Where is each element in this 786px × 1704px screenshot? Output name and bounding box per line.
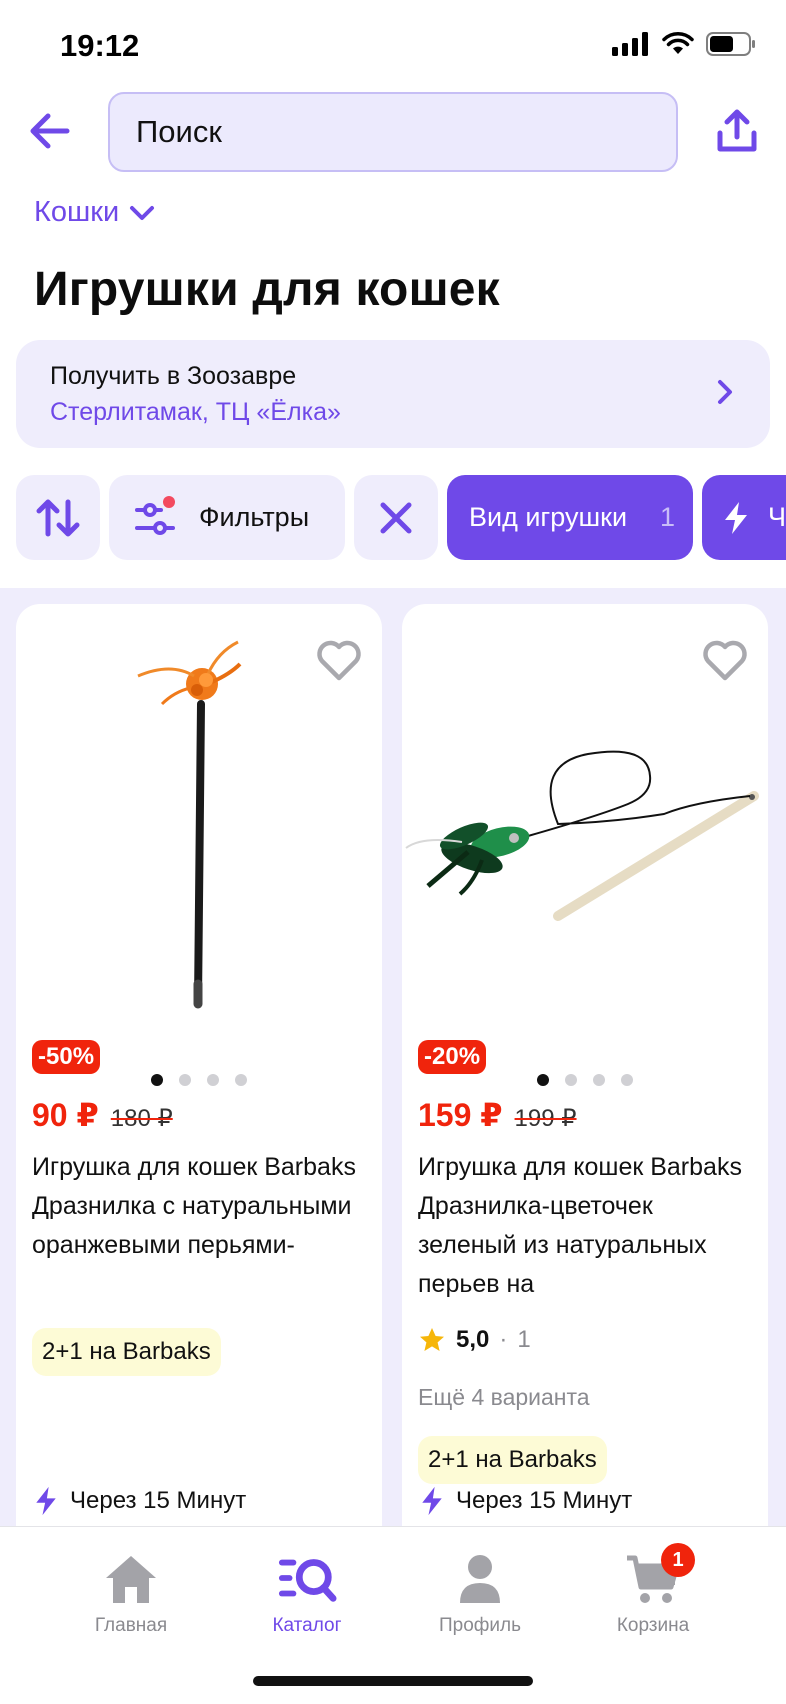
pager-dot (593, 1074, 605, 1086)
cellular-signal-icon (612, 32, 648, 56)
image-pager-dots (16, 1074, 382, 1086)
toy-type-count: 1 (659, 502, 675, 532)
home-icon (106, 1556, 156, 1603)
share-button[interactable] (710, 104, 764, 158)
lightning-icon (36, 1486, 56, 1516)
tab-icon-wrap (101, 1549, 161, 1609)
product-image[interactable] (16, 624, 382, 1044)
product-title: Игрушка для кошек Barbaks Дразнилка с на… (32, 1153, 356, 1259)
pickup-title: Получить в Зоозавре (50, 362, 297, 390)
tab-icon-wrap (450, 1549, 510, 1609)
old-price: 199 ₽ (514, 1105, 577, 1132)
pager-dot (207, 1074, 219, 1086)
cart-count-badge: 1 (661, 1543, 695, 1577)
breadcrumb-label: Кошки (34, 196, 120, 228)
pickup-location-card[interactable]: Получить в Зоозавре Стерлитамак, ТЦ «Ёлк… (16, 340, 770, 448)
delivery-time: Через 15 Минут (418, 1486, 632, 1516)
product-card[interactable]: -20% 159 ₽ 199 ₽ Игрушка для кошек Barba… (402, 604, 768, 1604)
lightning-icon (422, 1486, 442, 1516)
old-price: 180 ₽ (110, 1105, 173, 1132)
home-indicator (253, 1676, 533, 1686)
price: 159 ₽ (418, 1097, 503, 1133)
product-image[interactable] (402, 624, 768, 1044)
price: 90 ₽ (32, 1097, 99, 1133)
filters-label: Фильтры (199, 502, 310, 532)
sort-button[interactable] (16, 475, 100, 560)
search-box[interactable] (108, 92, 678, 172)
filter-chips-row: Фильтры Вид игрушки 1 Че (16, 475, 786, 560)
status-bar: 19:12 (0, 0, 786, 90)
lightning-icon (725, 501, 747, 534)
review-count: 1 (517, 1326, 531, 1353)
more-variants-link[interactable]: Ещё 4 варианта (418, 1384, 590, 1411)
fast-delivery-label: Че (768, 502, 786, 532)
tab-label: Каталог (272, 1615, 342, 1636)
chevron-down-icon (130, 205, 155, 220)
tab-label: Корзина (616, 1615, 690, 1636)
pager-dot (179, 1074, 191, 1086)
toy-type-label: Вид игрушки (469, 502, 628, 532)
arrow-left-icon (30, 113, 70, 149)
top-bar (0, 92, 786, 172)
tab-cart[interactable]: 1 Корзина (568, 1543, 738, 1637)
catalog-icon (278, 1559, 337, 1602)
tab-label: Главная (94, 1615, 168, 1636)
fast-delivery-filter-chip[interactable]: Че (702, 475, 786, 560)
pager-dot (235, 1074, 247, 1086)
page-title: Игрушки для кошек (34, 263, 500, 316)
promo-badge: 2+1 на Barbaks (418, 1436, 607, 1484)
discount-badge: -50% (32, 1040, 101, 1074)
delivery-time: Через 15 Минут (32, 1486, 246, 1516)
share-icon (717, 109, 757, 152)
profile-icon (460, 1555, 500, 1603)
delivery-label: Через 15 Минут (70, 1487, 247, 1514)
pager-dot (537, 1074, 549, 1086)
product-title: Игрушка для кошек Barbaks Дразнилка-цвет… (418, 1153, 742, 1298)
pager-dot (621, 1074, 633, 1086)
rating-score: 5,0 (456, 1326, 490, 1353)
rating-separator: · (499, 1326, 508, 1353)
tab-home[interactable]: Главная (46, 1549, 216, 1637)
price-row: 90 ₽ 180 ₽ (32, 1096, 173, 1134)
tab-icon-wrap: 1 (623, 1543, 695, 1609)
filters-button[interactable]: Фильтры (109, 475, 345, 560)
pickup-address: Стерлитамак, ТЦ «Ёлка» (50, 398, 341, 426)
promo-badge: 2+1 на Barbaks (32, 1328, 221, 1376)
search-input[interactable] (110, 94, 676, 170)
tab-label: Профиль (438, 1615, 522, 1636)
favorite-heart-icon[interactable] (316, 640, 362, 682)
product-grid: -50% 90 ₽ 180 ₽ Игрушка для кошек Barbak… (0, 588, 786, 1604)
back-button[interactable] (24, 106, 74, 156)
close-icon (380, 502, 412, 533)
battery-icon (706, 32, 755, 56)
chevron-right-icon (718, 380, 732, 404)
discount-badge: -20% (418, 1040, 487, 1074)
toy-type-filter-chip[interactable]: Вид игрушки 1 (447, 475, 693, 560)
rating: 5,0 · 1 (418, 1326, 531, 1354)
sort-icon (36, 499, 80, 536)
price-row: 159 ₽ 199 ₽ (418, 1096, 577, 1134)
status-icons (612, 32, 756, 56)
star-icon (420, 1328, 444, 1351)
breadcrumb-dropdown[interactable]: Кошки (34, 196, 155, 229)
filters-sliders-icon (135, 495, 175, 535)
tab-catalog[interactable]: Каталог (222, 1549, 392, 1637)
product-card[interactable]: -50% 90 ₽ 180 ₽ Игрушка для кошек Barbak… (16, 604, 382, 1604)
pager-dot (565, 1074, 577, 1086)
tab-profile[interactable]: Профиль (395, 1549, 565, 1637)
wifi-icon (662, 32, 694, 54)
tab-icon-wrap (277, 1549, 337, 1609)
image-pager-dots (402, 1074, 768, 1086)
delivery-label: Через 15 Минут (456, 1487, 633, 1514)
favorite-heart-icon[interactable] (702, 640, 748, 682)
pager-dot (151, 1074, 163, 1086)
status-time: 19:12 (60, 28, 140, 63)
clear-filters-button[interactable] (354, 475, 438, 560)
